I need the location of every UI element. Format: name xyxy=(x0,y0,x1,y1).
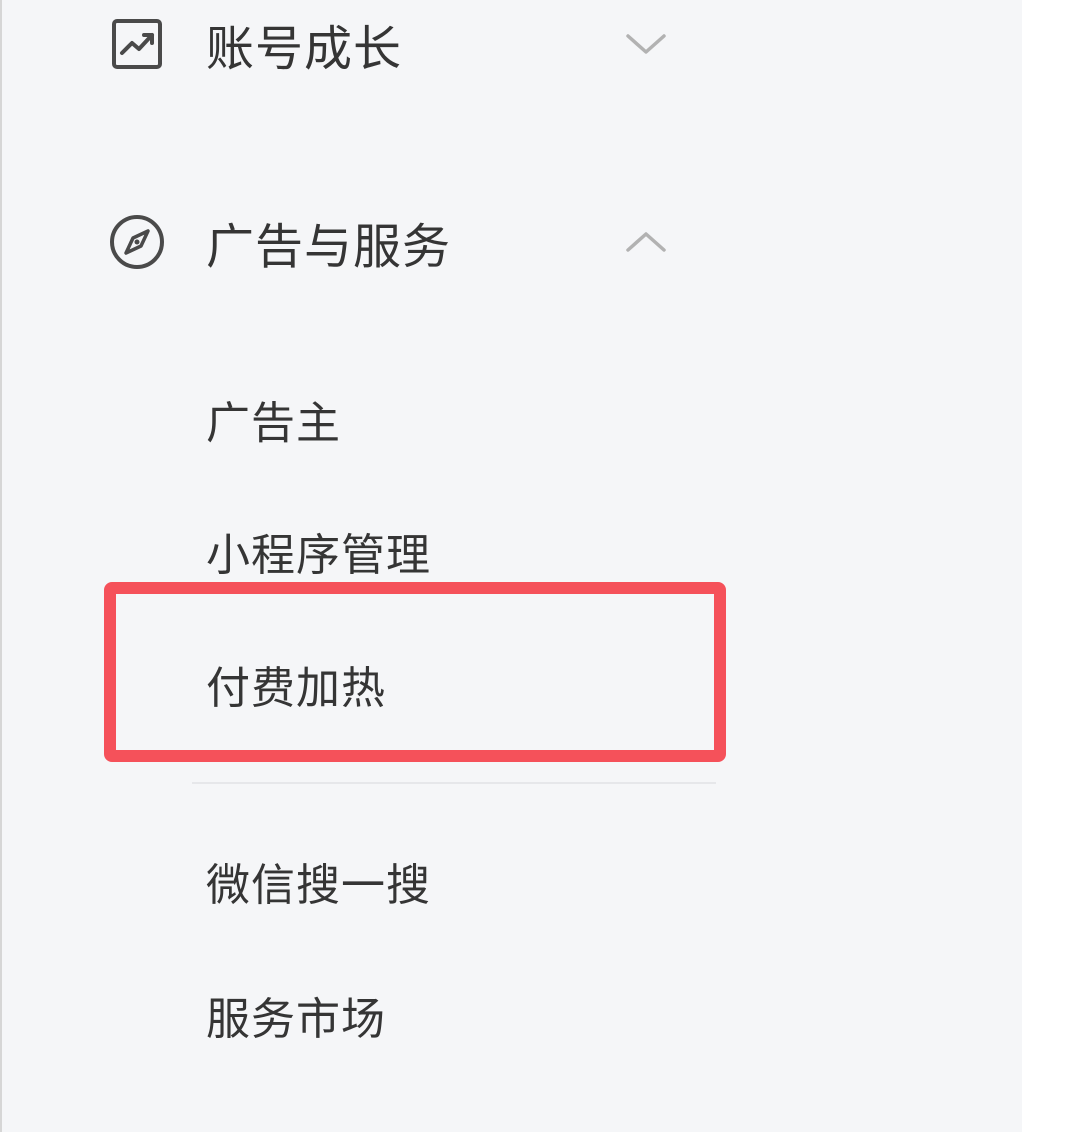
chevron-down-icon xyxy=(624,22,668,66)
sidebar-group-label: 账号成长 xyxy=(206,21,403,77)
compass-icon xyxy=(108,213,166,271)
sidebar-nav: 账号成长 广告与服务 广告主 小程序管理 付费加热 微信搜一搜 服务市场 xyxy=(0,0,1022,1132)
sidebar-item-paid-boost[interactable]: 付费加热 xyxy=(206,649,386,719)
highlight-annotation-box xyxy=(104,582,726,762)
page: 账号成长 广告与服务 广告主 小程序管理 付费加热 微信搜一搜 服务市场 xyxy=(0,0,1080,1132)
sidebar-item-mini-program-management[interactable]: 小程序管理 xyxy=(206,516,431,586)
divider xyxy=(192,782,716,784)
sidebar-item-service-market[interactable]: 服务市场 xyxy=(206,980,386,1050)
sidebar-item-advertiser[interactable]: 广告主 xyxy=(206,384,341,454)
chevron-up-icon xyxy=(624,220,668,264)
sidebar-item-wechat-search[interactable]: 微信搜一搜 xyxy=(206,846,431,916)
sidebar-group-label: 广告与服务 xyxy=(206,219,452,275)
sidebar-group-account-growth[interactable]: 账号成长 xyxy=(108,4,668,84)
trend-chart-icon xyxy=(108,15,166,73)
sidebar-group-ads-services[interactable]: 广告与服务 xyxy=(108,202,668,282)
